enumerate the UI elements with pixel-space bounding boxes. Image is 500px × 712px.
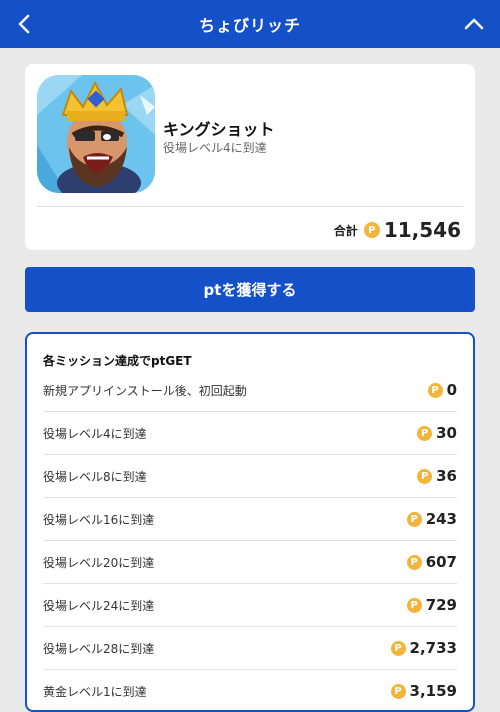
mission-row: 役場レベル28に到達 P 2,733 — [43, 627, 457, 670]
app-name: キングショット — [163, 120, 275, 139]
mission-row: 役場レベル4に到達 P 30 — [43, 412, 457, 455]
mission-points: P 607 — [406, 553, 457, 571]
total-label: 合計 — [333, 223, 358, 238]
mission-points-value: 3,159 — [409, 682, 457, 700]
header-title: ちょびリッチ — [198, 16, 301, 35]
point-coin-icon: P — [417, 425, 433, 441]
mission-name: 役場レベル28に到達 — [43, 641, 155, 656]
mission-points-value: 729 — [425, 596, 457, 614]
mission-name: 役場レベル24に到達 — [43, 598, 155, 613]
missions-panel: 各ミッション達成でptGET 新規アプリインストール後、初回起動 P 0 役場レベル4… — [25, 332, 475, 712]
mission-row: 新規アプリインストール後、初回起動 P 0 — [43, 369, 457, 412]
point-coin-icon: P — [417, 468, 433, 484]
mission-name: 役場レベル4に到達 — [43, 426, 147, 441]
mission-name: 黄金レベル1に到達 — [43, 684, 147, 699]
point-coin-icon: P — [406, 597, 422, 613]
app-condition: 役場レベル4に到達 — [163, 141, 267, 155]
mission-row: 役場レベル16に到達 P 243 — [43, 498, 457, 541]
divider — [37, 206, 463, 207]
mission-row: 黄金レベル1に到達 P 3,159 — [43, 670, 457, 710]
mission-points: P 729 — [406, 596, 457, 614]
chevron-left-icon[interactable] — [14, 12, 36, 36]
app-card: キングショット 役場レベル4に到達 合計 P 11,546 — [25, 64, 475, 250]
app-icon — [37, 75, 155, 193]
mission-points-value: 243 — [425, 510, 457, 528]
mission-points-value: 30 — [436, 424, 457, 442]
point-coin-icon: P — [406, 511, 422, 527]
mission-points: P 2,733 — [390, 639, 457, 657]
app-header: ちょびリッチ — [0, 0, 500, 48]
point-coin-icon: P — [427, 382, 443, 398]
mission-points-value: 607 — [425, 553, 457, 571]
mission-points: P 3,159 — [390, 682, 457, 700]
mission-points: P 243 — [406, 510, 457, 528]
missions-title: 各ミッション達成でptGET — [43, 354, 192, 368]
point-coin-icon: P — [390, 640, 406, 656]
total-value: 11,546 — [383, 218, 461, 242]
mission-points: P 30 — [417, 424, 457, 442]
get-points-button[interactable]: ptを獲得する — [25, 267, 475, 312]
mission-name: 役場レベル20に到達 — [43, 555, 155, 570]
point-coin-icon: P — [390, 683, 406, 699]
mission-points-value: 0 — [446, 381, 457, 399]
mission-points: P0 — [427, 381, 457, 399]
mission-name: 役場レベル16に到達 — [43, 512, 155, 527]
chevron-up-icon[interactable] — [462, 12, 486, 36]
mission-points-value: 2,733 — [409, 639, 457, 657]
mission-row: 役場レベル8に到達 P 36 — [43, 455, 457, 498]
point-coin-icon: P — [406, 554, 422, 570]
point-coin-icon: P — [363, 222, 380, 238]
mission-row: 役場レベル24に到達 P 729 — [43, 584, 457, 627]
mission-name: 役場レベル8に到達 — [43, 469, 147, 484]
mission-points-value: 36 — [436, 467, 457, 485]
mission-list: 新規アプリインストール後、初回起動 P 0 役場レベル4に到達 P 30 役場レベル8に到達… — [43, 369, 457, 710]
mission-row: 役場レベル20に到達 P 607 — [43, 541, 457, 584]
mission-points: P 36 — [417, 467, 457, 485]
mission-name: 新規アプリインストール後、初回起動 — [43, 383, 247, 398]
total-row: 合計 P 11,546 — [334, 217, 461, 243]
